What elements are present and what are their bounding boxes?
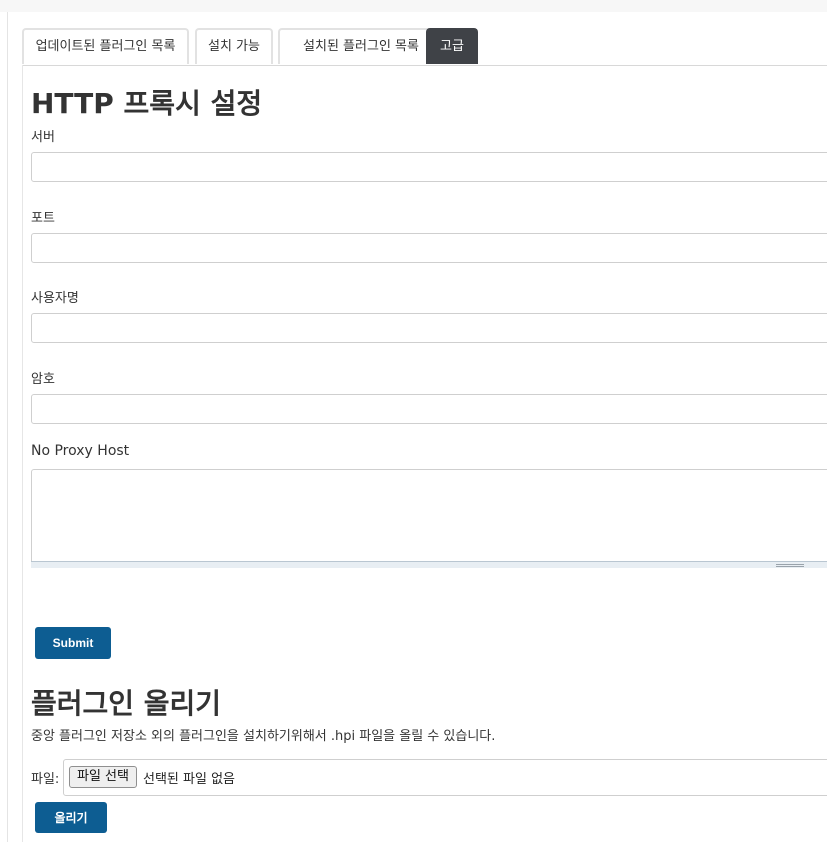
proxy-settings-title: HTTP 프록시 설정: [31, 87, 263, 120]
username-label: 사용자명: [31, 291, 79, 306]
no-file-selected-text: 선택된 파일 없음: [143, 772, 235, 787]
choose-file-button[interactable]: 파일 선택: [69, 766, 137, 788]
upload-plugin-title: 플러그인 올리기: [31, 687, 222, 720]
upload-button[interactable]: 올리기: [35, 802, 107, 833]
content-border: [22, 65, 23, 842]
username-input[interactable]: [31, 313, 827, 343]
tab-installed[interactable]: 설치된 플러그인 목록: [278, 28, 444, 64]
server-input[interactable]: [31, 152, 827, 182]
password-label: 암호: [31, 372, 55, 387]
submit-button[interactable]: Submit: [35, 627, 111, 659]
upload-description: 중앙 플러그인 저장소 외의 플러그인을 설치하기위해서 .hpi 파일을 올릴…: [31, 729, 496, 744]
left-divider: [7, 12, 8, 842]
file-label: 파일:: [31, 772, 60, 787]
password-input[interactable]: [31, 394, 827, 424]
plugin-manager-tabs: 업데이트된 플러그인 목록 설치 가능 설치된 플러그인 목록 고급: [22, 28, 827, 66]
no-proxy-host-textarea[interactable]: [31, 469, 827, 567]
server-label: 서버: [31, 130, 55, 145]
no-proxy-host-label: No Proxy Host: [31, 443, 130, 459]
tab-updates[interactable]: 업데이트된 플러그인 목록: [22, 28, 189, 64]
port-input[interactable]: [31, 233, 827, 263]
resize-grip-icon[interactable]: [776, 564, 804, 567]
tab-available[interactable]: 설치 가능: [195, 28, 273, 64]
tab-advanced[interactable]: 고급: [426, 28, 478, 64]
port-label: 포트: [31, 211, 55, 226]
top-strip: [0, 0, 827, 12]
textarea-resize-bar[interactable]: [31, 561, 827, 568]
